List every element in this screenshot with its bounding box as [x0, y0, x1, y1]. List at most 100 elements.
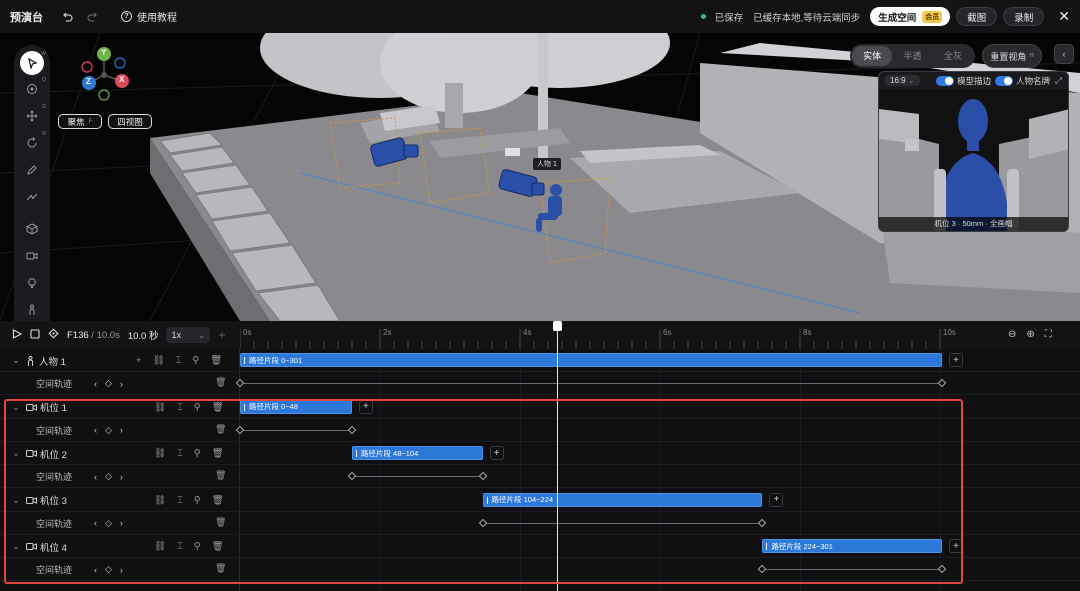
time-ruler[interactable]: 0s 2s 4s 6s 8s 10s [239, 321, 1002, 349]
focus-key: F [88, 118, 93, 125]
sync-status: 已缓存本地,等待云端同步 [753, 12, 861, 24]
app-root: 预演台 ? 使用教程 已保存 已缓存本地,等待云端同步 生成空间 会员 截图 录… [0, 0, 1080, 591]
ruler-tick-label: 4s [523, 328, 532, 337]
undo-icon[interactable] [61, 11, 73, 23]
outline-toggle-label: 模型描边 [957, 75, 992, 86]
outline-toggle-group: 模型描边 [936, 75, 991, 87]
axis-x-label: X [119, 75, 125, 84]
camera-preview-card[interactable]: 16:9 ⌄ 模型描边 人物名牌 ⤢ 机位 3 · 50mm · 全画幅 [878, 71, 1069, 232]
duration: 10.0 秒 [127, 331, 159, 342]
outline-toggle[interactable] [936, 75, 955, 86]
speed-label: 1x [171, 330, 181, 340]
ruler-tick-label: 0s [243, 328, 252, 337]
saved-status-icon [700, 14, 706, 19]
rotate-tool-key: R [42, 131, 46, 137]
aspect-ratio-select[interactable]: 16:9 ⌄ [885, 75, 920, 86]
top-right-group: 已保存 已缓存本地,等待云端同步 生成空间 会员 截图 录制 ✕ [700, 7, 1070, 26]
focus-button[interactable]: 聚焦 F [58, 114, 102, 129]
reset-view-button[interactable]: 重置视角 H [982, 44, 1042, 68]
orbit-tool-key: Q [42, 77, 46, 83]
keyframe-nav: ‹ ◇ › [94, 372, 123, 395]
keyframe-icon[interactable] [48, 328, 59, 342]
collapse-panel-icon[interactable]: ‹ [1054, 44, 1074, 64]
record-button[interactable]: 录制 [1003, 7, 1045, 26]
playhead-handle[interactable] [553, 321, 562, 331]
axis-gizmo[interactable]: Y Z X [76, 45, 136, 105]
preview-render [879, 89, 1068, 231]
trajectory-line [240, 383, 942, 384]
nameplate-toggle-group: 人物名牌 [995, 75, 1050, 87]
mode-solid[interactable]: 实体 [852, 46, 893, 66]
character-tag: 人物 1 [533, 158, 561, 170]
mode-gray[interactable]: 全灰 [933, 46, 973, 66]
frame-readout: F136 / 10.0s [67, 329, 120, 341]
app-title: 预演台 [10, 11, 43, 24]
prev-keyframe-icon[interactable]: ‹ [94, 379, 97, 389]
move-tool[interactable]: G [20, 104, 46, 128]
trajectory-label: 空间轨迹 [36, 379, 73, 389]
screenshot-button[interactable]: 截图 [956, 7, 998, 26]
3d-viewport[interactable]: W Q G R Y Z X 聚焦 F 四视图 人物 1 实体 半透 全灰 重置视… [0, 33, 1080, 321]
zoom-out-icon[interactable]: ⊖ [1008, 329, 1016, 340]
stop-icon[interactable] [30, 328, 40, 342]
add-icon[interactable]: + [136, 355, 142, 366]
character-icon [27, 355, 33, 366]
delete-icon[interactable]: 🗑 [215, 377, 226, 388]
character-icon[interactable] [20, 298, 44, 321]
select-tool-key: W [41, 51, 46, 57]
ruler-ticks [239, 329, 941, 349]
mode-translucent[interactable]: 半透 [892, 46, 932, 66]
tutorial-label: 使用教程 [137, 13, 177, 24]
add-track-icon[interactable]: + [218, 328, 225, 342]
axis-y-label: Y [101, 48, 107, 57]
fit-icon[interactable]: ⛶ [1045, 329, 1052, 340]
current-frame: F136 [67, 329, 89, 341]
path-tool-icon[interactable] [20, 185, 44, 209]
next-keyframe-icon[interactable]: › [120, 379, 123, 389]
path-clip[interactable]: 路径片段 0~301 [240, 353, 942, 367]
playback-controls: F136 / 10.0s 10.0 秒 1x ⌄ + [0, 327, 240, 343]
four-view-button[interactable]: 四视图 [108, 114, 152, 129]
expand-icon[interactable]: ⤢ [1055, 75, 1062, 86]
generate-space-label: 生成空间 [878, 12, 917, 24]
split-icon[interactable]: ⌶ [176, 355, 182, 366]
tutorial-link[interactable]: ? 使用教程 [121, 9, 177, 24]
generate-space-button[interactable]: 生成空间 会员 [870, 7, 951, 26]
nameplate-toggle[interactable] [995, 75, 1014, 86]
saved-status: 已保存 [714, 12, 744, 24]
zoom-in-icon[interactable]: ⊕ [1026, 329, 1034, 340]
link-icon[interactable]: ⛓ [153, 355, 165, 366]
redo-icon[interactable] [87, 11, 99, 23]
cube-icon[interactable] [20, 217, 44, 241]
play-icon[interactable] [12, 328, 23, 342]
ruler-tick-label: 8s [803, 328, 812, 337]
aspect-ratio-label: 16:9 [890, 76, 906, 85]
preview-caption: 机位 3 · 50mm · 全画幅 [879, 217, 1068, 231]
keyframe-diamond-icon[interactable]: ◇ [105, 378, 112, 389]
delete-icon[interactable]: 🗑 [210, 355, 222, 366]
pen-tool-icon[interactable] [20, 158, 44, 182]
ruler-tick-label: 10s [943, 328, 956, 337]
pin-icon[interactable]: ⚲ [192, 355, 199, 366]
rotate-tool[interactable]: R [20, 131, 46, 155]
light-icon[interactable] [20, 271, 44, 295]
camera-icon[interactable] [20, 244, 44, 268]
help-icon: ? [121, 11, 132, 22]
top-left-group: 预演台 ? 使用教程 [10, 9, 177, 25]
preview-toolbar: 16:9 ⌄ 模型描边 人物名牌 ⤢ [879, 72, 1068, 89]
track-label: ⌄ 人物 1 [12, 349, 66, 372]
reset-view-key: H [1029, 53, 1034, 59]
vip-badge: 会员 [922, 10, 943, 23]
axis-z-label: Z [86, 77, 91, 86]
orbit-tool[interactable]: Q [20, 77, 46, 101]
select-tool[interactable]: W [20, 51, 46, 75]
add-clip-button[interactable]: + [949, 353, 963, 367]
track-actions: + ⛓ ⌶ ⚲ 🗑 [136, 349, 222, 372]
top-bar: 预演台 ? 使用教程 已保存 已缓存本地,等待云端同步 生成空间 会员 截图 录… [0, 0, 1080, 33]
close-icon[interactable]: ✕ [1058, 8, 1070, 25]
chevron-down-icon[interactable]: ⌄ [12, 355, 20, 366]
focus-label: 聚焦 [67, 116, 85, 127]
zoom-controls: ⊖ ⊕ ⛶ [1008, 329, 1052, 340]
current-time: 10.0s [96, 329, 120, 341]
speed-select[interactable]: 1x ⌄ [166, 327, 211, 343]
